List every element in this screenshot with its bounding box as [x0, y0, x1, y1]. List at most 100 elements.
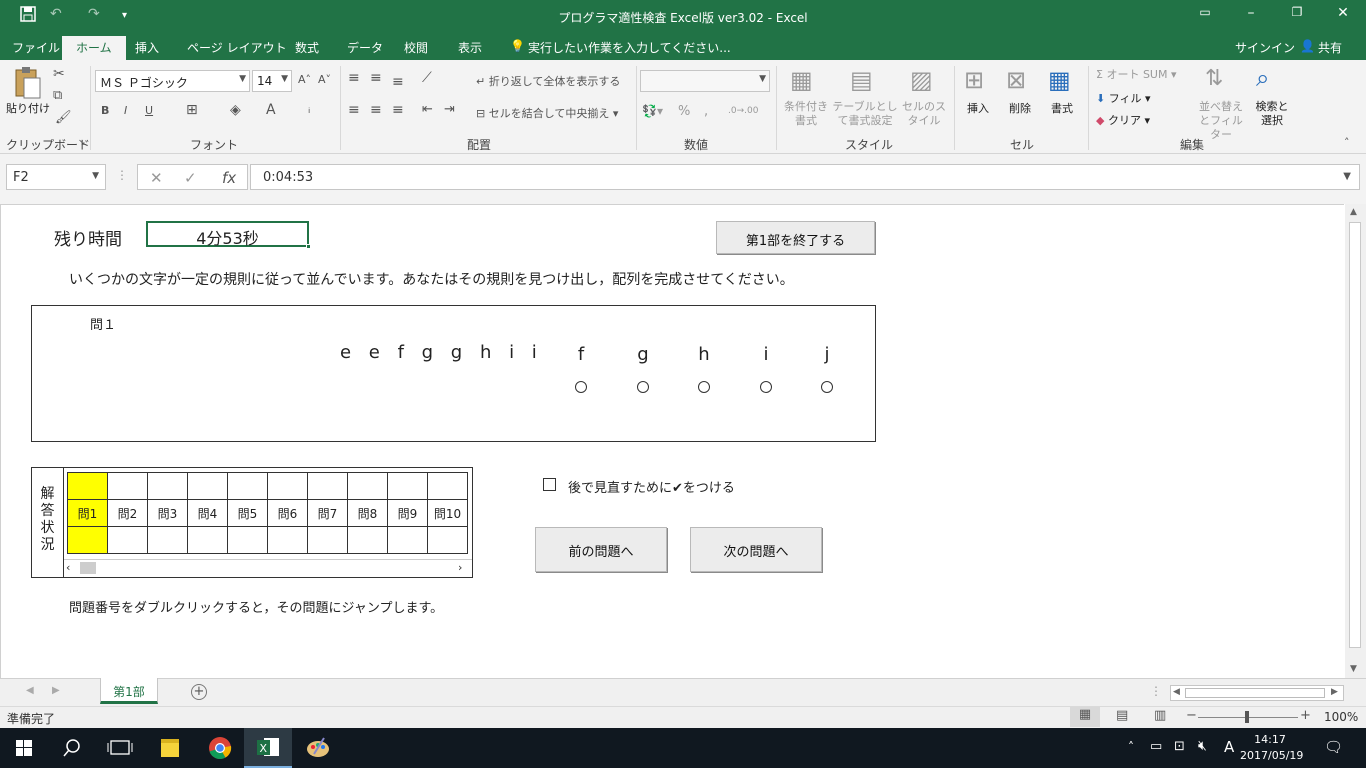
action-center-icon[interactable]: 🗨︎: [1324, 738, 1343, 756]
choice-i-radio[interactable]: [760, 381, 772, 393]
clipboard-launcher-icon[interactable]: ↘: [78, 138, 86, 148]
tab-page-layout[interactable]: ページ レイアウト: [187, 39, 287, 56]
conditional-format-button[interactable]: 条件付き書式: [780, 100, 832, 128]
tab-data[interactable]: データ: [347, 39, 383, 56]
worksheet[interactable]: 残り時間 4分53秒 第1部を終了する いくつかの文字が一定の規則に従って並んで…: [0, 204, 1344, 678]
increase-decimal-icon[interactable]: .0→.00: [728, 106, 758, 116]
tab-view[interactable]: 表示: [458, 39, 482, 56]
next-sheet-icon[interactable]: ▶: [52, 685, 60, 696]
maximize-icon[interactable]: ❐: [1282, 5, 1312, 19]
scroll-left-icon[interactable]: ‹: [66, 561, 70, 574]
question-jump-8[interactable]: 問8: [347, 499, 388, 527]
wrap-text-button[interactable]: ↵ 折り返して全体を表示する: [476, 73, 620, 89]
find-select-button[interactable]: 検索と選択: [1252, 100, 1292, 128]
align-left-icon[interactable]: ≡: [348, 102, 360, 118]
accounting-icon[interactable]: 💱▾: [642, 104, 663, 118]
tab-file[interactable]: ファイル: [12, 39, 60, 56]
paste-button[interactable]: 貼り付け: [6, 100, 50, 116]
scroll-thumb[interactable]: [80, 562, 96, 574]
format-painter-icon[interactable]: 🖌: [55, 110, 72, 125]
zoom-out-icon[interactable]: −: [1186, 708, 1197, 723]
grow-font-icon[interactable]: A˄: [298, 73, 311, 86]
timer-cell[interactable]: 4分53秒: [146, 221, 311, 249]
question-jump-6[interactable]: 問6: [267, 499, 308, 527]
network-icon[interactable]: ⊡: [1174, 739, 1185, 754]
zoom-slider-thumb[interactable]: [1245, 711, 1249, 723]
choice-f-radio[interactable]: [575, 381, 587, 393]
decrease-indent-icon[interactable]: ⇤: [422, 102, 433, 117]
question-jump-5[interactable]: 問5: [227, 499, 268, 527]
page-break-view-icon[interactable]: ▥: [1154, 708, 1166, 723]
add-sheet-icon[interactable]: +: [191, 684, 207, 700]
enter-icon[interactable]: ✓: [184, 169, 197, 187]
next-question-button[interactable]: 次の問題へ: [690, 527, 822, 572]
copy-icon[interactable]: ⧉: [53, 88, 62, 103]
tab-home[interactable]: ホーム: [62, 36, 126, 60]
zoom-level[interactable]: 100%: [1324, 710, 1358, 724]
sort-filter-icon[interactable]: ⇅: [1205, 66, 1223, 91]
insert-function-icon[interactable]: fx: [222, 169, 236, 187]
tab-formulas[interactable]: 数式: [295, 39, 319, 56]
fill-button[interactable]: ⬇ フィル ▾: [1096, 90, 1151, 106]
paste-icon[interactable]: [12, 66, 42, 99]
font-color-icon[interactable]: A: [266, 102, 276, 118]
borders-icon[interactable]: ⊞: [186, 102, 198, 118]
review-checkbox[interactable]: [543, 478, 556, 491]
comma-icon[interactable]: ,: [704, 104, 708, 119]
prev-question-button[interactable]: 前の問題へ: [535, 527, 667, 572]
ime-indicator[interactable]: A: [1224, 738, 1234, 756]
collapse-ribbon-icon[interactable]: ˄: [1344, 136, 1350, 149]
align-center-icon[interactable]: ≡: [370, 102, 382, 118]
align-middle-icon[interactable]: ≡: [370, 70, 382, 86]
align-top-icon[interactable]: ≡: [348, 70, 360, 86]
fill-handle[interactable]: [306, 244, 311, 249]
minimize-icon[interactable]: –: [1236, 5, 1266, 21]
vertical-scrollbar[interactable]: ▲ ▼: [1345, 204, 1366, 678]
excel-taskbar-icon[interactable]: X: [244, 728, 292, 768]
cut-icon[interactable]: ✂: [53, 66, 65, 82]
ribbon-display-icon[interactable]: ▭: [1190, 5, 1220, 19]
horizontal-scrollbar[interactable]: ◀ ▶: [1170, 685, 1344, 701]
format-cells-button[interactable]: 書式: [1051, 100, 1073, 116]
task-view-icon[interactable]: [96, 728, 144, 768]
format-table-icon[interactable]: ▤: [850, 66, 873, 94]
format-cells-icon[interactable]: ▦: [1048, 66, 1071, 94]
tab-splitter-icon[interactable]: ⋮: [1150, 684, 1162, 698]
choice-h-radio[interactable]: [698, 381, 710, 393]
percent-button[interactable]: %: [678, 104, 690, 119]
align-right-icon[interactable]: ≡: [392, 102, 404, 118]
clock[interactable]: 14:17 2017/05/19: [1240, 732, 1303, 764]
cell-styles-button[interactable]: セルのスタイル: [900, 100, 948, 128]
question-jump-3[interactable]: 問3: [147, 499, 188, 527]
share-button[interactable]: 共有: [1318, 39, 1342, 56]
shrink-font-icon[interactable]: A˅: [318, 73, 331, 86]
format-table-button[interactable]: テーブルとして書式設定: [830, 100, 900, 128]
choice-j-radio[interactable]: [821, 381, 833, 393]
name-box-splitter-icon[interactable]: ⋮: [116, 168, 128, 182]
bold-button[interactable]: B: [101, 104, 109, 117]
tab-insert[interactable]: 挿入: [135, 39, 159, 56]
font-size-select[interactable]: 14 ▼: [252, 70, 292, 92]
search-icon[interactable]: [48, 728, 96, 768]
number-format-select[interactable]: ▼: [640, 70, 770, 92]
tell-me-box[interactable]: 実行したい作業を入力してください...: [528, 39, 731, 56]
delete-cells-icon[interactable]: ⊠: [1006, 66, 1026, 94]
orientation-icon[interactable]: ⟋: [422, 70, 432, 86]
hscroll-right-icon[interactable]: ▶: [1331, 687, 1338, 697]
question-jump-4[interactable]: 問4: [187, 499, 228, 527]
align-bottom-icon[interactable]: ≡: [392, 74, 404, 90]
volume-icon[interactable]: 🔇︎: [1198, 738, 1207, 754]
sheet-tab[interactable]: 第1部: [100, 678, 158, 704]
battery-icon[interactable]: ▭: [1150, 739, 1162, 754]
insert-cells-icon[interactable]: ⊞: [964, 66, 984, 94]
signin-link[interactable]: サインイン: [1235, 39, 1295, 56]
merge-center-button[interactable]: ⊟ セルを結合して中央揃え ▾: [476, 105, 618, 121]
scroll-down-icon[interactable]: ▼: [1350, 664, 1357, 674]
cancel-icon[interactable]: ✕: [150, 169, 163, 187]
scroll-up-icon[interactable]: ▲: [1350, 207, 1357, 217]
name-box[interactable]: F2 ▼: [6, 164, 106, 190]
page-layout-view-icon[interactable]: ▤: [1116, 708, 1128, 723]
question-jump-2[interactable]: 問2: [107, 499, 148, 527]
paint-icon[interactable]: [294, 728, 342, 768]
tab-review[interactable]: 校閲: [404, 39, 428, 56]
